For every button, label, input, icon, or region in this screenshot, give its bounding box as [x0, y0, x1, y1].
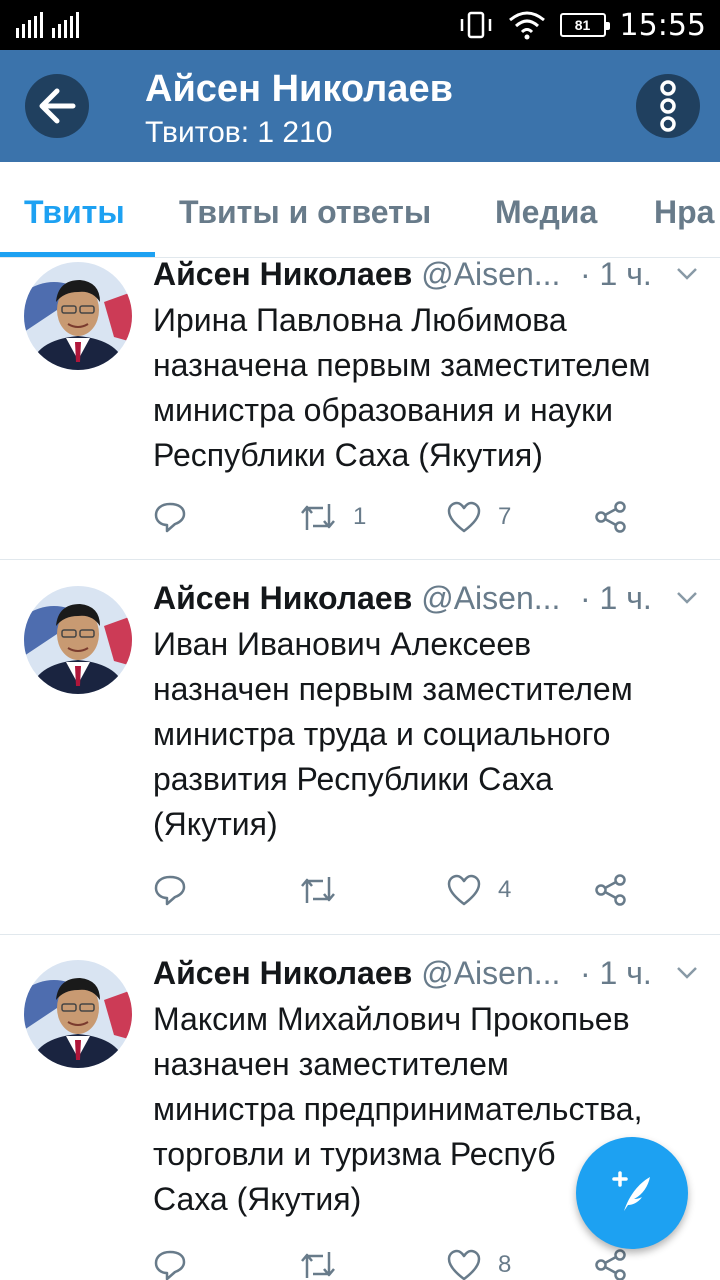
retweet-button[interactable] — [299, 873, 353, 907]
retweet-button[interactable]: 1 — [299, 500, 366, 534]
author-name[interactable]: Айсен Николаев — [153, 580, 412, 616]
wifi-icon — [508, 11, 545, 40]
tweet-header: Айсен Николаев @Aisen... · 1 ч. — [153, 955, 708, 995]
more-vertical-icon — [660, 80, 676, 132]
back-button[interactable] — [25, 74, 89, 138]
tab-likes[interactable]: Нра — [654, 194, 714, 231]
tweet-time: · 1 ч. — [580, 580, 652, 616]
clock: 15:55 — [619, 7, 706, 43]
tweet-text: Иван Иванович Алексеев назначен первым з… — [153, 626, 633, 842]
chevron-down-icon[interactable] — [675, 262, 699, 286]
reply-button[interactable] — [153, 1248, 203, 1280]
chevron-down-icon[interactable] — [675, 961, 699, 985]
like-count: 4 — [498, 876, 512, 903]
tab-media[interactable]: Медиа — [495, 194, 597, 231]
author-name[interactable]: Айсен Николаев — [153, 955, 412, 991]
battery-level: 81 — [574, 17, 591, 33]
like-button[interactable]: 4 — [446, 873, 511, 907]
avatar[interactable] — [24, 262, 132, 370]
compose-tweet-button[interactable] — [576, 1137, 688, 1249]
compose-tweet-icon — [612, 1171, 650, 1211]
profile-header: Айсен Николаев Твитов: 1 210 — [0, 50, 720, 162]
avatar[interactable] — [24, 960, 132, 1068]
retweet-icon — [301, 504, 335, 530]
tweet-count: Твитов: 1 210 — [145, 116, 333, 149]
tweet-feed[interactable]: Айсен Николаев @Aisen... · 1 ч. Ирина Па… — [0, 258, 720, 1280]
tweet-actions: 8 — [0, 1248, 720, 1280]
share-button[interactable] — [594, 500, 628, 534]
retweet-count: 1 — [353, 503, 367, 530]
retweet-icon — [301, 877, 335, 903]
profile-tabs: Твиты Твиты и ответы Медиа Нра — [0, 162, 720, 258]
share-button[interactable] — [594, 873, 628, 907]
chevron-down-icon[interactable] — [675, 586, 699, 610]
share-button[interactable] — [594, 1248, 628, 1280]
avatar[interactable] — [24, 586, 132, 694]
share-icon — [595, 1249, 626, 1280]
signal-icon — [16, 12, 79, 38]
author-handle[interactable]: @Aisen... — [421, 580, 560, 616]
tweet[interactable]: Айсен Николаев @Aisen... · 1 ч. Иван Ива… — [0, 560, 720, 935]
vibrate-icon — [460, 11, 491, 39]
tweet-time: · 1 ч. — [580, 955, 652, 991]
author-handle[interactable]: @Aisen... — [421, 955, 560, 991]
retweet-button[interactable] — [299, 1248, 353, 1280]
tweet-actions: 4 — [0, 873, 720, 913]
tab-tweets[interactable]: Твиты — [24, 194, 125, 231]
like-button[interactable]: 8 — [446, 1248, 511, 1280]
reply-button[interactable] — [153, 500, 203, 534]
like-count: 7 — [498, 503, 512, 530]
tweet[interactable]: Айсен Николаев @Aisen... · 1 ч. Ирина Па… — [0, 258, 720, 560]
reply-button[interactable] — [153, 873, 203, 907]
reply-icon — [154, 1250, 186, 1280]
more-options-button[interactable] — [636, 74, 700, 138]
tweet-header: Айсен Николаев @Aisen... · 1 ч. — [153, 580, 708, 620]
tweet-header: Айсен Николаев @Aisen... · 1 ч. — [153, 258, 708, 296]
tweet-actions: 1 7 — [0, 500, 720, 540]
tweet-time: · 1 ч. — [580, 258, 652, 292]
heart-icon — [447, 874, 481, 906]
reply-icon — [154, 875, 186, 906]
share-icon — [595, 501, 626, 533]
heart-icon — [447, 1249, 481, 1280]
heart-icon — [447, 501, 481, 533]
page-title: Айсен Николаев — [145, 68, 453, 110]
arrow-left-icon — [39, 88, 76, 124]
like-button[interactable]: 7 — [446, 500, 511, 534]
like-count: 8 — [498, 1251, 512, 1278]
author-name[interactable]: Айсен Николаев — [153, 258, 412, 292]
retweet-icon — [301, 1252, 335, 1278]
author-handle[interactable]: @Aisen... — [421, 258, 560, 292]
tweet-text: Ирина Павловна Любимова назначена первым… — [153, 302, 651, 473]
reply-icon — [154, 502, 186, 533]
share-icon — [595, 874, 626, 906]
status-bar: 81 15:55 — [0, 0, 720, 50]
battery-icon: 81 — [559, 13, 610, 37]
tab-tweets-and-replies[interactable]: Твиты и ответы — [179, 194, 431, 231]
